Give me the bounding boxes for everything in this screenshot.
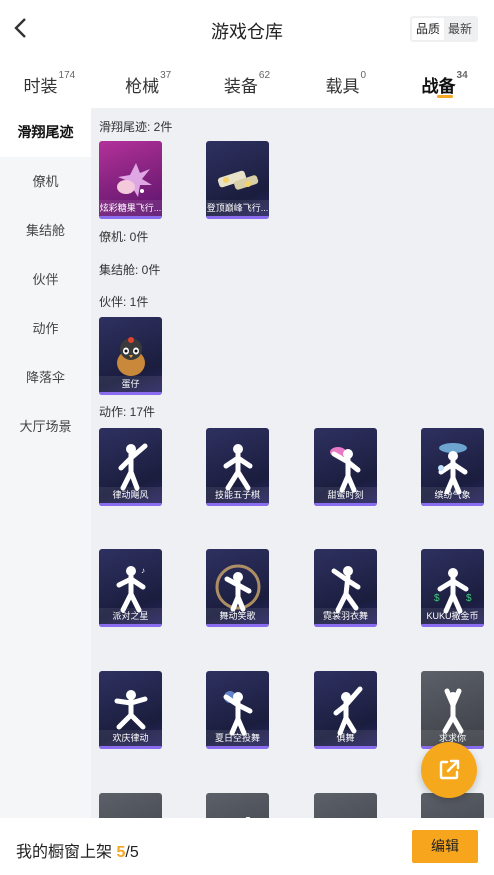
- sidebar: 滑翔尾迹 僚机 集结舱 伙伴 动作 降落伞 大厅场景: [0, 108, 91, 875]
- item-card[interactable]: $ $ KUKU撒金币: [421, 549, 484, 627]
- tab-count: 62: [258, 70, 271, 81]
- item-name: 炫彩糖果飞行...: [99, 200, 162, 216]
- sidebar-item-parachute[interactable]: 降落伞: [0, 353, 91, 402]
- item-card[interactable]: 欢庆律动: [99, 671, 162, 749]
- svg-text:$: $: [466, 593, 472, 604]
- tab-label: 枪械: [125, 77, 160, 96]
- item-name: 舞动笑歌: [206, 608, 269, 624]
- item-name: 律动飓风: [99, 487, 162, 503]
- item-card[interactable]: 律动飓风: [99, 428, 162, 506]
- share-button[interactable]: [421, 742, 477, 798]
- item-card[interactable]: 技能五子棋: [206, 428, 269, 506]
- rarity-bar: [206, 216, 269, 219]
- item-name: 缤纷气象: [421, 487, 484, 503]
- sort-toggle: 品质 最新: [409, 16, 478, 42]
- item-card[interactable]: 炫彩糖果飞行...: [99, 141, 162, 219]
- tab-count: 0: [360, 70, 367, 81]
- rarity-bar: [314, 746, 377, 749]
- sidebar-item-partner[interactable]: 伙伴: [0, 255, 91, 304]
- tab-label: 载具: [325, 77, 360, 96]
- tab-label: 时装: [23, 77, 58, 96]
- showcase-label: 我的橱窗上架: [16, 844, 113, 861]
- share-icon: [439, 759, 460, 780]
- section-title-partner: 伙伴: 1件: [99, 295, 149, 309]
- tab-label: 战备: [421, 77, 456, 96]
- active-tab-indicator: [436, 95, 453, 98]
- showcase-status: 我的橱窗上架 5/5: [16, 838, 139, 862]
- sidebar-item-emote[interactable]: 动作: [0, 304, 91, 353]
- sidebar-item-glide-trail[interactable]: 滑翔尾迹: [0, 108, 91, 157]
- rarity-bar: [99, 392, 162, 395]
- section-title-trail: 滑翔尾迹: 2件: [99, 120, 173, 134]
- section-title-wingman: 僚机: 0件: [99, 230, 149, 244]
- item-name: 霓裳羽衣舞: [314, 608, 377, 624]
- svg-text:♪: ♪: [141, 566, 145, 575]
- item-card[interactable]: ♪ 派对之星: [99, 549, 162, 627]
- item-name: 俱舞: [314, 730, 377, 746]
- rarity-bar: [99, 216, 162, 219]
- item-name: 派对之星: [99, 608, 162, 624]
- item-card[interactable]: 求求你: [421, 671, 484, 749]
- item-name: 蛋仔: [99, 376, 162, 392]
- sidebar-item-lobby-scene[interactable]: 大厅场景: [0, 402, 91, 451]
- item-name: 甜蜜时刻: [314, 487, 377, 503]
- sort-quality[interactable]: 品质: [411, 18, 444, 40]
- tab-battle-prep[interactable]: 战备34: [395, 58, 494, 108]
- rarity-bar: [99, 624, 162, 627]
- tab-vehicles[interactable]: 载具0: [296, 58, 395, 108]
- item-card[interactable]: 舞动笑歌: [206, 549, 269, 627]
- rarity-bar: [206, 746, 269, 749]
- tab-count: 34: [456, 70, 468, 81]
- item-card[interactable]: 霓裳羽衣舞: [314, 549, 377, 627]
- sort-latest[interactable]: 最新: [444, 18, 476, 40]
- item-card[interactable]: 登顶巅峰飞行...: [206, 141, 269, 219]
- rarity-bar: [99, 503, 162, 506]
- rarity-bar: [314, 624, 377, 627]
- rarity-bar: [206, 503, 269, 506]
- edit-button[interactable]: 编辑: [412, 830, 478, 863]
- item-name: 技能五子棋: [206, 487, 269, 503]
- item-card[interactable]: 夏日空投舞: [206, 671, 269, 749]
- tab-count: 174: [58, 70, 76, 81]
- item-card[interactable]: 缤纷气象: [421, 428, 484, 506]
- bottom-bar: 我的橱窗上架 5/5 编辑: [0, 818, 494, 875]
- item-name: KUKU撒金币: [421, 608, 484, 624]
- rarity-bar: [99, 746, 162, 749]
- item-name: 夏日空投舞: [206, 730, 269, 746]
- item-card[interactable]: 甜蜜时刻: [314, 428, 377, 506]
- tab-count: 37: [160, 70, 172, 81]
- tab-equipment[interactable]: 装备62: [198, 58, 297, 108]
- tab-fashion[interactable]: 时装174: [0, 58, 99, 108]
- section-title-capsule: 集结舱: 0件: [99, 263, 161, 277]
- tab-label: 装备: [223, 77, 258, 96]
- category-tabs: 时装174 枪械37 装备62 载具0 战备34: [0, 58, 494, 108]
- showcase-total-count: /5: [125, 844, 139, 861]
- sidebar-item-capsule[interactable]: 集结舱: [0, 206, 91, 255]
- top-header: 游戏仓库 品质 最新: [0, 0, 494, 58]
- sidebar-item-wingman[interactable]: 僚机: [0, 157, 91, 206]
- item-name: 登顶巅峰飞行...: [206, 200, 269, 216]
- item-name: 欢庆律动: [99, 730, 162, 746]
- tab-weapons[interactable]: 枪械37: [99, 58, 198, 108]
- item-card[interactable]: 俱舞: [314, 671, 377, 749]
- item-card[interactable]: 蛋仔: [99, 317, 162, 395]
- rarity-bar: [421, 503, 484, 506]
- rarity-bar: [314, 503, 377, 506]
- rarity-bar: [206, 624, 269, 627]
- rarity-bar: [421, 624, 484, 627]
- section-title-emote: 动作: 17件: [99, 405, 156, 419]
- svg-text:$: $: [434, 593, 440, 604]
